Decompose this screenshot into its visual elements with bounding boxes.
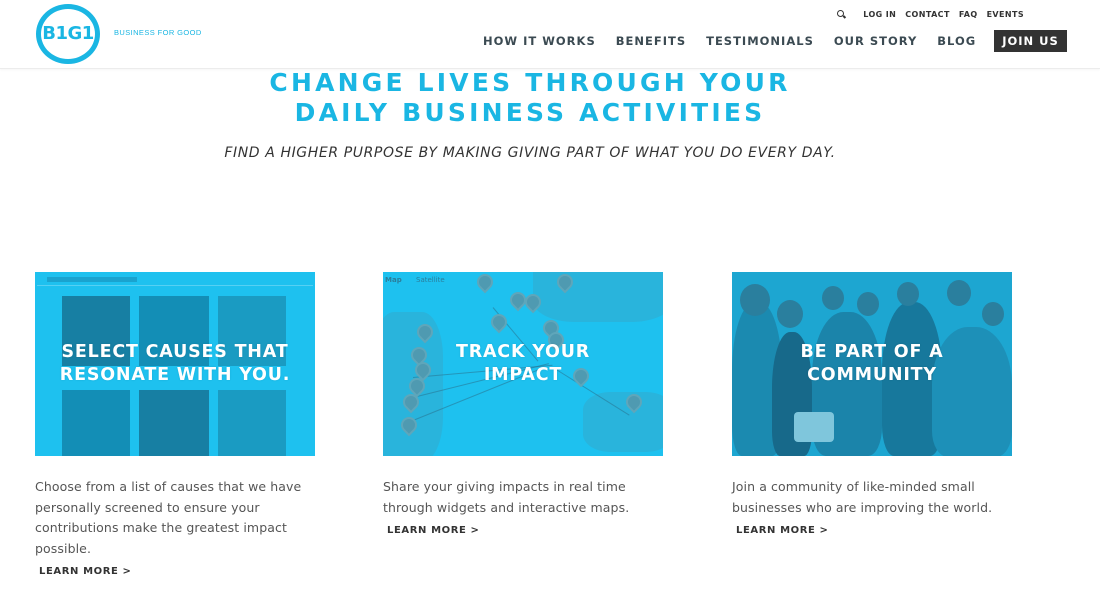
hero-title-line-1: CHANGE LIVES THROUGH YOUR xyxy=(269,68,791,97)
feature-card-community: BE PART OF A COMMUNITY Join a community … xyxy=(732,272,1012,537)
hero-title: CHANGE LIVES THROUGH YOUR DAILY BUSINESS… xyxy=(0,68,1060,128)
card-title: SELECT CAUSES THAT RESONATE WITH YOU. xyxy=(35,272,315,456)
card-title-line-1: SELECT CAUSES THAT xyxy=(61,342,289,362)
card-title-line-1: BE PART OF A xyxy=(800,342,944,362)
feature-card-track-impact: Map Satellite TRACK YOUR IMPACT Share yo… xyxy=(383,272,663,537)
nav-blog[interactable]: BLOG xyxy=(937,34,976,48)
nav-our-story[interactable]: OUR STORY xyxy=(834,34,917,48)
card-title: BE PART OF A COMMUNITY xyxy=(732,272,1012,456)
card-title: TRACK YOUR IMPACT xyxy=(383,272,663,456)
nav-how-it-works[interactable]: HOW IT WORKS xyxy=(483,34,596,48)
card-title-line-2: COMMUNITY xyxy=(807,365,937,385)
learn-more-link[interactable]: LEARN MORE > xyxy=(387,525,480,536)
faq-link[interactable]: FAQ xyxy=(959,10,978,19)
b1g1-logo[interactable]: B1G1 xyxy=(36,4,102,64)
events-link[interactable]: EVENTS xyxy=(987,10,1024,19)
card-title-line-1: TRACK YOUR xyxy=(455,342,591,362)
log-in-link[interactable]: LOG IN xyxy=(863,10,896,19)
track-impact-image[interactable]: Map Satellite TRACK YOUR IMPACT xyxy=(383,272,663,456)
nav-benefits[interactable]: BENEFITS xyxy=(616,34,686,48)
learn-more-link[interactable]: LEARN MORE > xyxy=(39,566,132,577)
utility-nav: LOG IN CONTACT FAQ EVENTS xyxy=(836,9,1024,19)
logo-text: B1G1 xyxy=(42,23,94,44)
select-causes-image[interactable]: SELECT CAUSES THAT RESONATE WITH YOU. xyxy=(35,272,315,456)
main-nav: HOW IT WORKS BENEFITS TESTIMONIALS OUR S… xyxy=(483,30,1067,52)
nav-testimonials[interactable]: TESTIMONIALS xyxy=(706,34,814,48)
card-title-line-2: IMPACT xyxy=(483,365,563,385)
contact-link[interactable]: CONTACT xyxy=(905,10,950,19)
card-description: Choose from a list of causes that we hav… xyxy=(35,479,302,556)
brand-tagline: BUSINESS FOR GOOD xyxy=(114,28,202,37)
search-icon[interactable] xyxy=(836,9,846,19)
learn-more-link[interactable]: LEARN MORE > xyxy=(736,525,829,536)
card-description: Share your giving impacts in real time t… xyxy=(383,479,630,515)
join-us-button[interactable]: JOIN US xyxy=(994,30,1067,52)
feature-card-select-causes: SELECT CAUSES THAT RESONATE WITH YOU. Ch… xyxy=(35,272,315,578)
hero-title-line-2: DAILY BUSINESS ACTIVITIES xyxy=(294,98,766,127)
community-image[interactable]: BE PART OF A COMMUNITY xyxy=(732,272,1012,456)
card-description: Join a community of like-minded small bu… xyxy=(732,479,993,515)
card-title-line-2: RESONATE WITH YOU. xyxy=(59,365,291,385)
site-header: B1G1 BUSINESS FOR GOOD LOG IN CONTACT FA… xyxy=(0,0,1100,69)
hero-subtitle: FIND A HIGHER PURPOSE BY MAKING GIVING P… xyxy=(224,145,836,161)
